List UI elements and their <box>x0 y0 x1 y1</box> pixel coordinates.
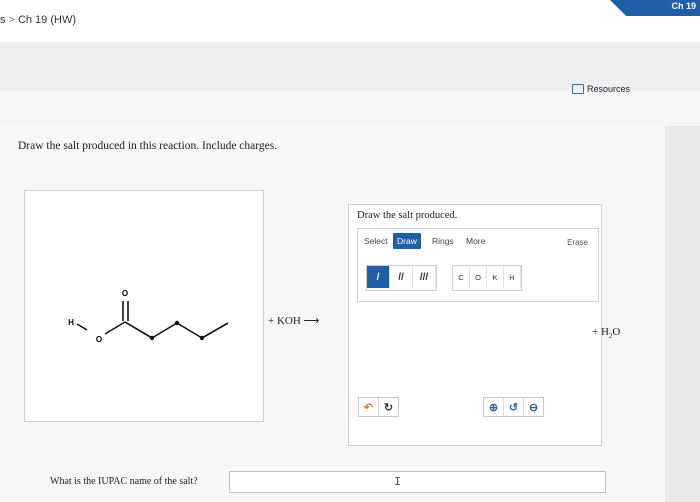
breadcrumb-current[interactable]: Ch 19 (HW) <box>18 14 76 26</box>
undo-icon[interactable]: ↶ <box>359 398 379 416</box>
editor-title: Draw the salt produced. <box>357 210 458 221</box>
zoom-in-icon[interactable]: ⊕ <box>484 398 504 416</box>
editor-tabs: Select Draw Rings More Erase <box>358 229 598 253</box>
question-prompt: Draw the salt produced in this reaction.… <box>18 140 278 152</box>
bond-c3-c4 <box>176 322 203 339</box>
tab-rings[interactable]: Rings <box>432 236 454 246</box>
erase-button[interactable]: Erase <box>567 238 588 247</box>
atom-h: H <box>68 318 74 327</box>
bond-o-c1 <box>104 321 126 335</box>
atom-o-button[interactable]: O <box>470 266 487 288</box>
atom-k-button[interactable]: K <box>487 266 504 288</box>
resources-band <box>0 90 700 126</box>
zoom-controls: ⊕ ↺ ⊖ <box>483 397 544 417</box>
redo-icon[interactable]: ↻ <box>379 398 398 416</box>
double-bond-button[interactable]: // <box>390 266 413 288</box>
header-band <box>0 42 700 90</box>
breadcrumb[interactable]: s > Ch 19 (HW) <box>0 14 76 26</box>
resources-button[interactable]: Resources <box>572 84 630 94</box>
bond-h-o <box>76 323 88 331</box>
reactant-structure-box: O O H <box>24 190 264 422</box>
breadcrumb-separator: > <box>8 14 15 26</box>
top-right-tab-label: Ch 19 <box>671 1 696 11</box>
iupac-answer-field[interactable] <box>229 471 606 493</box>
atom-o-hydroxyl: O <box>96 335 102 344</box>
reagent-koh: + KOH ⟶ <box>268 315 320 327</box>
resources-label: Resources <box>587 84 631 94</box>
single-bond-button[interactable]: / <box>367 266 390 288</box>
atom-h-button[interactable]: H <box>504 266 521 288</box>
reset-zoom-icon[interactable]: ↺ <box>504 398 524 416</box>
iupac-question-label: What is the IUPAC name of the salt? <box>50 476 198 487</box>
byproduct-prefix: + H <box>592 326 609 338</box>
reactant-structure: O O H <box>68 289 229 344</box>
bond-c2-c3 <box>151 322 178 339</box>
atom-tools: C O K H <box>452 265 522 291</box>
tab-select[interactable]: Select <box>364 236 388 246</box>
bond-c4-c5 <box>201 322 229 339</box>
atom-o-carbonyl: O <box>122 289 128 298</box>
resources-icon <box>572 84 584 94</box>
bond-c1-c2 <box>124 321 153 339</box>
byproduct-suffix: O <box>612 326 621 338</box>
tab-draw[interactable]: Draw <box>393 233 421 249</box>
byproduct-water: + H2O <box>592 326 620 340</box>
bond-tools: / // /// <box>366 265 437 291</box>
editor-toolbar: Select Draw Rings More Erase / // /// C … <box>357 228 599 302</box>
text-cursor-icon: I <box>394 475 402 489</box>
breadcrumb-prefix[interactable]: s <box>0 14 6 26</box>
atom-c-button[interactable]: C <box>453 266 470 288</box>
tab-more[interactable]: More <box>466 236 485 246</box>
triple-bond-button[interactable]: /// <box>413 266 436 288</box>
zoom-out-icon[interactable]: ⊖ <box>524 398 543 416</box>
top-bar: s>Ch 19 (HW) ◀ Ch 19 <box>0 0 700 42</box>
history-controls: ↶ ↻ <box>358 397 399 417</box>
